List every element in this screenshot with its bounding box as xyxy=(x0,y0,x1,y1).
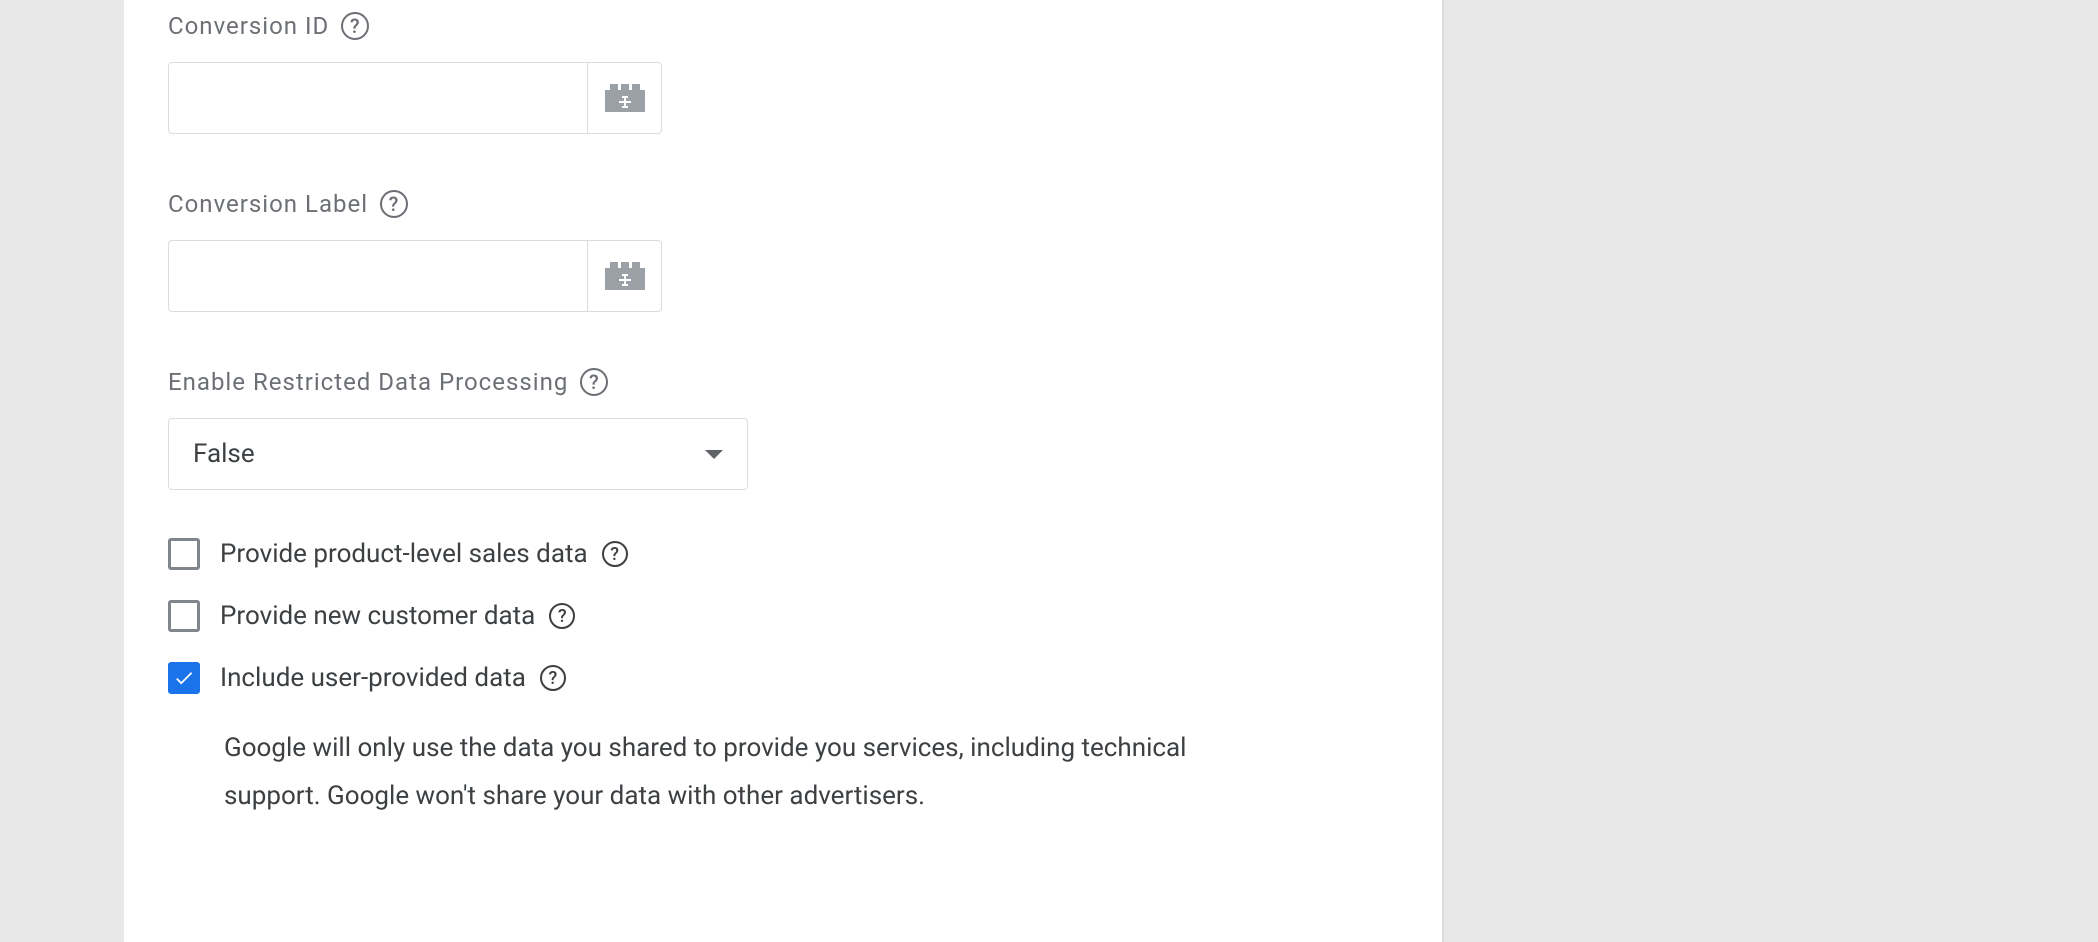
user-provided-description: Google will only use the data you shared… xyxy=(224,724,1284,820)
insert-variable-button[interactable] xyxy=(587,63,661,133)
help-icon[interactable]: ? xyxy=(580,368,608,396)
conversion-label-label: Conversion Label ? xyxy=(168,190,1442,218)
new-customer-label-text: Provide new customer data xyxy=(220,601,535,631)
restricted-data-label: Enable Restricted Data Processing ? xyxy=(168,368,1442,396)
new-customer-label: Provide new customer data ? xyxy=(220,601,575,631)
conversion-label-input-group xyxy=(168,240,662,312)
restricted-data-value: False xyxy=(193,439,255,469)
product-sales-label: Provide product-level sales data ? xyxy=(220,539,628,569)
product-sales-row: Provide product-level sales data ? xyxy=(168,538,1442,570)
restricted-data-label-text: Enable Restricted Data Processing xyxy=(168,368,568,396)
help-icon[interactable]: ? xyxy=(549,603,575,629)
help-icon[interactable]: ? xyxy=(602,541,628,567)
restricted-data-select[interactable]: False xyxy=(168,418,748,490)
settings-panel: Conversion ID ? Conversion Label ? xyxy=(124,0,1444,942)
user-provided-row: Include user-provided data ? xyxy=(168,662,1442,694)
conversion-label-input[interactable] xyxy=(169,241,587,311)
conversion-label-label-text: Conversion Label xyxy=(168,190,368,218)
caret-down-icon xyxy=(705,450,723,459)
conversion-id-input-group xyxy=(168,62,662,134)
product-sales-checkbox[interactable] xyxy=(168,538,200,570)
help-icon[interactable]: ? xyxy=(540,665,566,691)
product-sales-label-text: Provide product-level sales data xyxy=(220,539,588,569)
conversion-id-label-text: Conversion ID xyxy=(168,12,329,40)
user-provided-checkbox[interactable] xyxy=(168,662,200,694)
new-customer-row: Provide new customer data ? xyxy=(168,600,1442,632)
insert-variable-button[interactable] xyxy=(587,241,661,311)
help-icon[interactable]: ? xyxy=(380,190,408,218)
conversion-id-label: Conversion ID ? xyxy=(168,12,1442,40)
new-customer-checkbox[interactable] xyxy=(168,600,200,632)
brick-icon xyxy=(605,262,645,290)
brick-icon xyxy=(605,84,645,112)
user-provided-label-text: Include user-provided data xyxy=(220,663,526,693)
user-provided-label: Include user-provided data ? xyxy=(220,663,566,693)
help-icon[interactable]: ? xyxy=(341,12,369,40)
conversion-id-input[interactable] xyxy=(169,63,587,133)
